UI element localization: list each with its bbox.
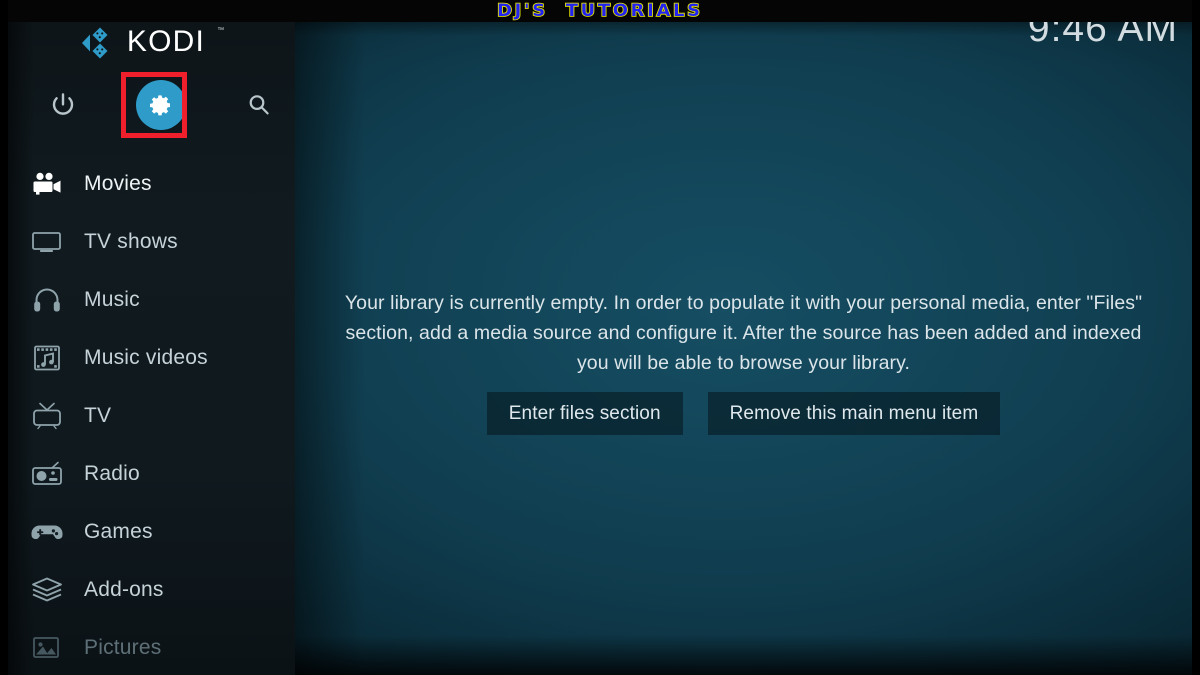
search-button[interactable]: [232, 78, 286, 132]
settings-button-circle: [136, 80, 186, 130]
sidebar-item-movies[interactable]: Movies: [8, 155, 295, 213]
sidebar-top-icon-row: [8, 78, 295, 132]
sidebar-item-label: Music videos: [84, 346, 208, 369]
sidebar-item-tv[interactable]: TV: [8, 387, 295, 445]
tv-antenna-icon: [27, 398, 67, 434]
sidebar-item-games[interactable]: Games: [8, 503, 295, 561]
sidebar-menu-list: Movies TV shows Music Music videos TV Ra…: [8, 155, 295, 675]
sidebar-item-label: Movies: [84, 172, 152, 195]
radio-icon: [27, 456, 67, 492]
tutorial-banner: DJ'S TUTORIALS: [0, 0, 1200, 22]
kodi-trademark: ™: [217, 26, 225, 34]
sidebar-item-label: TV: [84, 404, 112, 427]
sidebar-item-add-ons[interactable]: Add-ons: [8, 561, 295, 619]
power-icon: [52, 93, 74, 115]
sidebar-item-label: Add-ons: [84, 578, 164, 601]
television-icon: [27, 224, 67, 260]
film-music-icon: [27, 340, 67, 376]
left-bezel: [0, 0, 8, 675]
power-button[interactable]: [36, 78, 90, 132]
sidebar-item-label: Games: [84, 520, 153, 543]
sidebar-item-label: Radio: [84, 462, 140, 485]
sidebar: KODI ™ Movies TV shows Music Music video…: [8, 0, 295, 675]
tutorial-banner-text: DJ'S TUTORIALS: [496, 0, 703, 21]
gamepad-icon: [27, 514, 67, 550]
enter-files-section-button[interactable]: Enter files section: [486, 392, 683, 435]
remove-main-menu-item-button[interactable]: Remove this main menu item: [707, 392, 1001, 435]
empty-library-message: Your library is currently empty. In orde…: [295, 288, 1192, 378]
addon-box-icon: [27, 572, 67, 608]
sidebar-item-pictures[interactable]: Pictures: [8, 619, 295, 675]
sidebar-item-tv-shows[interactable]: TV shows: [8, 213, 295, 271]
sidebar-item-music[interactable]: Music: [8, 271, 295, 329]
kodi-logo: KODI ™: [8, 22, 295, 64]
movie-camera-icon: [27, 166, 67, 202]
action-button-row: Enter files section Remove this main men…: [295, 392, 1192, 435]
sidebar-item-label: Music: [84, 288, 140, 311]
kodi-home-screen: KODI ™ Movies TV shows Music Music video…: [0, 0, 1200, 675]
sidebar-item-label: Pictures: [84, 636, 162, 659]
kodi-wordmark: KODI: [126, 25, 206, 58]
empty-library-text: Your library is currently empty. In orde…: [344, 292, 1143, 374]
settings-button[interactable]: [134, 78, 188, 132]
sidebar-item-music-videos[interactable]: Music videos: [8, 329, 295, 387]
kodi-logo-mark: [81, 27, 108, 59]
right-bezel: [1192, 0, 1200, 675]
sidebar-item-radio[interactable]: Radio: [8, 445, 295, 503]
search-icon: [249, 95, 269, 115]
sidebar-item-label: TV shows: [84, 230, 178, 253]
headphones-icon: [27, 282, 67, 318]
picture-icon: [27, 630, 67, 666]
gear-icon: [150, 95, 170, 116]
